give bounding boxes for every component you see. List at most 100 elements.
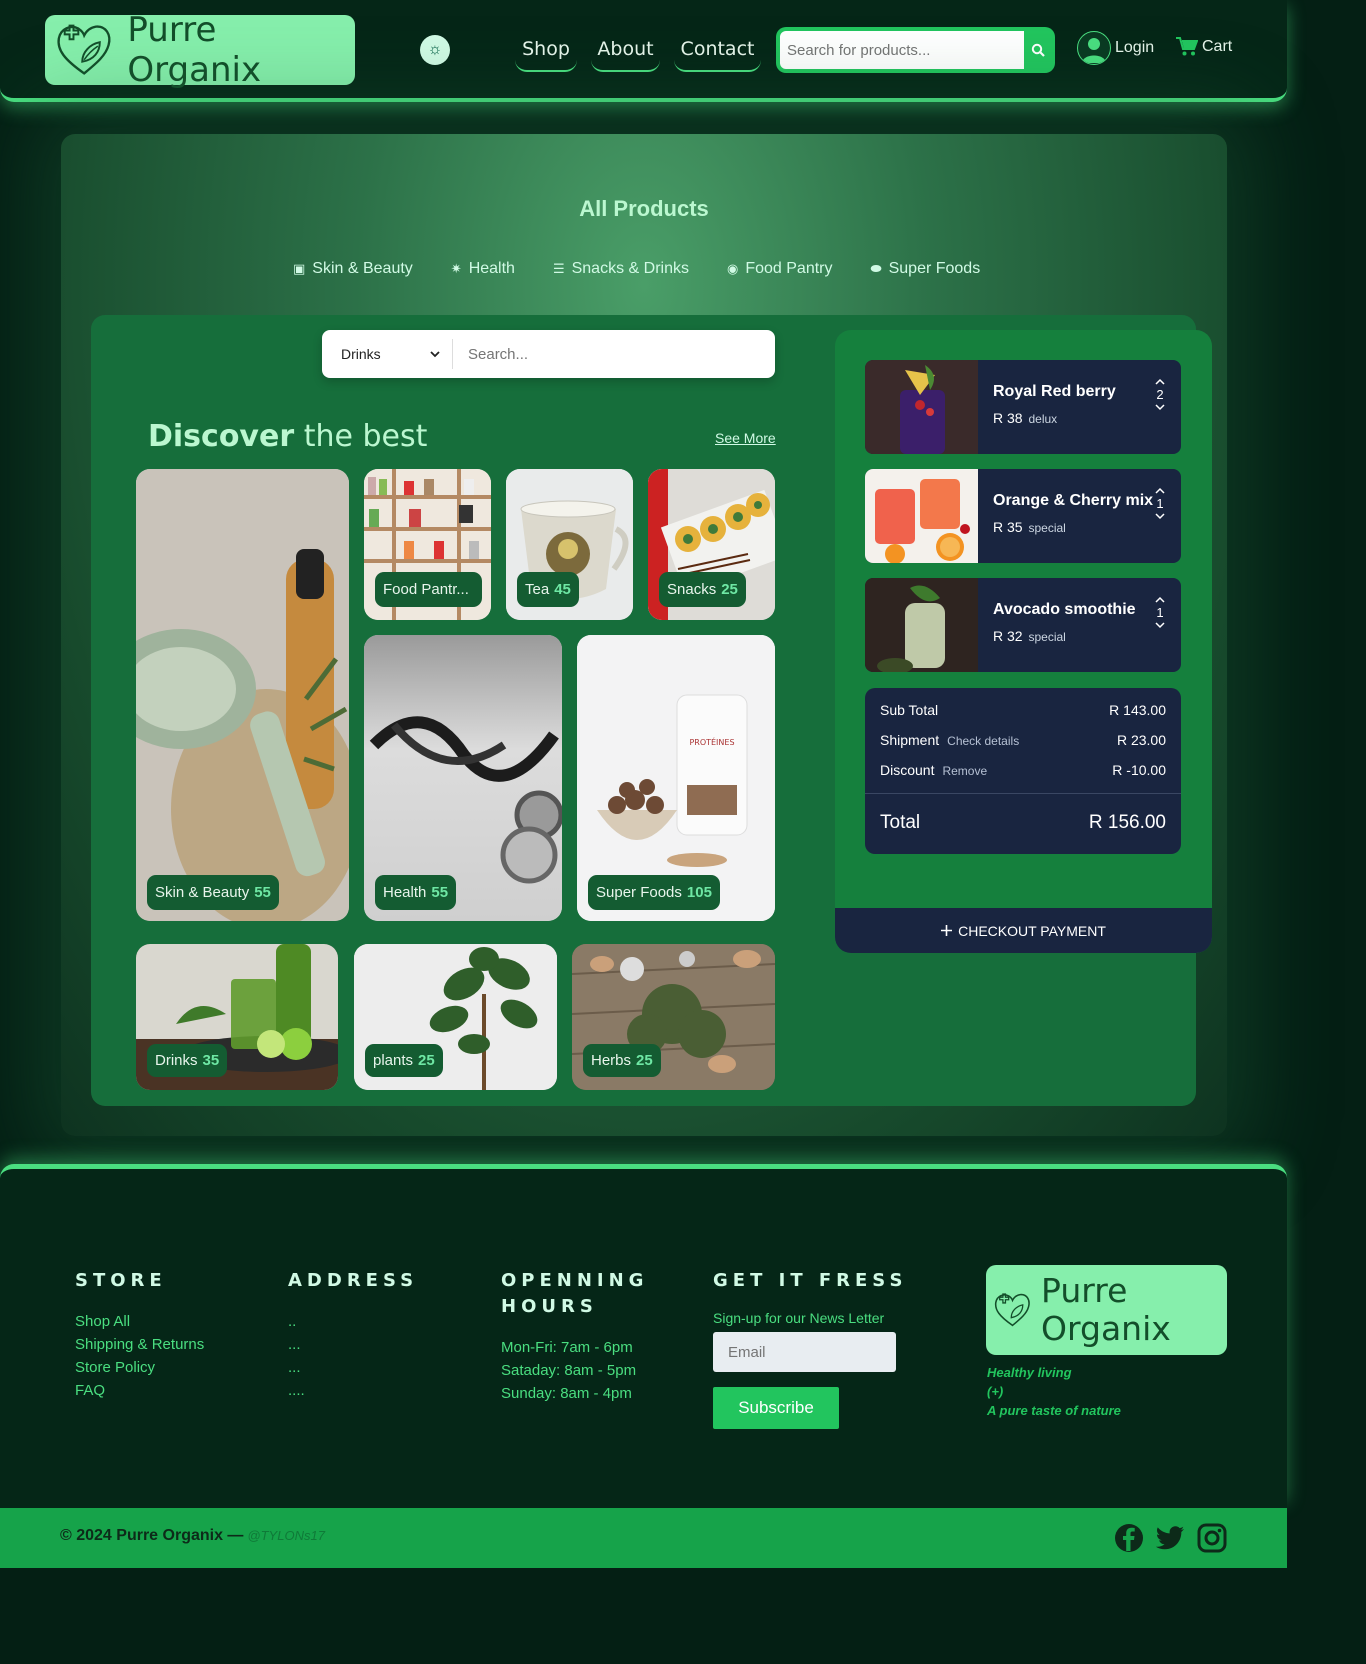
checkout-button[interactable]: CHECKOUT PAYMENT xyxy=(835,908,1212,953)
footer-link-shipping[interactable]: Shipping & Returns xyxy=(75,1333,204,1356)
twitter-icon[interactable] xyxy=(1155,1523,1185,1553)
category-food-pantry[interactable]: ◉ Food Pantry xyxy=(727,260,833,278)
cart-item: Royal Red berry R 38 delux 2 xyxy=(865,360,1181,454)
cart-item-name: Royal Red berry xyxy=(993,383,1116,400)
footer-link-policy[interactable]: Store Policy xyxy=(75,1356,204,1379)
hours-line: Sataday: 8am - 5pm xyxy=(501,1362,637,1379)
footer-link-faq[interactable]: FAQ xyxy=(75,1379,204,1402)
shop-panel: Drinks Discover the best See More Skin &… xyxy=(91,315,1212,1106)
footer-heading: OPENNING HOURS xyxy=(501,1270,649,1317)
tile-count: 35 xyxy=(202,1052,220,1069)
capsule-icon: ⬬ xyxy=(870,261,882,276)
header-search xyxy=(776,27,1055,73)
search-input[interactable] xyxy=(780,31,1025,69)
facebook-icon[interactable] xyxy=(1114,1523,1144,1553)
nav-contact[interactable]: Contact xyxy=(674,30,761,72)
check-details-link[interactable]: Check details xyxy=(947,734,1019,748)
discount-value: R -10.00 xyxy=(1112,762,1166,778)
tile-tea[interactable]: Tea 45 xyxy=(506,469,633,620)
virus-icon: ✷ xyxy=(450,261,462,276)
tile-tag: Snacks 25 xyxy=(659,572,746,607)
category-super-foods[interactable]: ⬬ Super Foods xyxy=(870,260,980,278)
category-label: Health xyxy=(468,260,515,277)
chevron-up-icon[interactable] xyxy=(1155,596,1165,603)
checkout-label: CHECKOUT PAYMENT xyxy=(958,922,1106,939)
plus-icon xyxy=(941,925,953,936)
tile-tag: plants 25 xyxy=(365,1044,443,1077)
chevron-up-icon[interactable] xyxy=(1155,378,1165,385)
tile-label: Food Pantr... xyxy=(383,581,469,598)
discount-row: Discount Remove R -10.00 xyxy=(880,762,1166,778)
discover-heading: Discover the best xyxy=(148,419,427,454)
slogan-line: (+) xyxy=(987,1384,1004,1399)
tile-count: 55 xyxy=(254,884,271,901)
cart-link[interactable]: Cart xyxy=(1176,37,1232,57)
instagram-icon[interactable] xyxy=(1197,1523,1227,1553)
category-snacks-drinks[interactable]: ☰ Snacks & Drinks xyxy=(553,260,689,278)
footer-heading: ADDRESS xyxy=(288,1270,419,1291)
brand-logo[interactable]: Purre Organix xyxy=(45,10,355,90)
nav-about[interactable]: About xyxy=(591,30,660,72)
nav-shop[interactable]: Shop xyxy=(515,30,577,72)
footer-newsletter: GET IT FRESS Sign-up for our News Letter… xyxy=(713,1268,907,1429)
footer-brand-name: Purre Organix xyxy=(1041,1271,1171,1348)
search-icon xyxy=(1031,43,1045,57)
category-skin-beauty[interactable]: ▣ Skin & Beauty xyxy=(293,260,413,278)
product-search-input[interactable] xyxy=(468,345,758,363)
berry-drink-image xyxy=(865,360,978,454)
tile-tag: Health 55 xyxy=(375,875,457,910)
avocado-smoothie-image xyxy=(865,578,978,672)
tile-count: 45 xyxy=(554,581,571,598)
footer-logo[interactable]: Purre Organix xyxy=(986,1265,1227,1355)
footer-heading: STORE xyxy=(75,1270,167,1291)
price-tier: special xyxy=(1028,630,1066,644)
tile-skin-beauty[interactable]: Skin & Beauty 55 xyxy=(136,469,349,921)
plate-icon: ◉ xyxy=(726,261,739,276)
price-value: R 32 xyxy=(993,628,1023,644)
brand-name: Purre Organix xyxy=(127,10,262,90)
tile-label: Health xyxy=(383,884,427,901)
quantity-stepper: 2 xyxy=(1152,378,1168,411)
order-summary: Sub Total R 143.00 Shipment Check details… xyxy=(865,688,1181,854)
cart-item-price: R 35 special xyxy=(993,519,1066,535)
subtotal-value: R 143.00 xyxy=(1109,702,1166,718)
tile-health[interactable]: Health 55 xyxy=(364,635,562,921)
site-header: Purre Organix ☼ Shop About Contact Login… xyxy=(0,0,1287,102)
price-value: R 38 xyxy=(993,410,1023,426)
tile-herbs[interactable]: Herbs 25 xyxy=(572,944,775,1090)
login-link[interactable]: Login xyxy=(1077,31,1154,65)
tile-drinks[interactable]: Drinks 35 xyxy=(136,944,338,1090)
tile-count: 25 xyxy=(721,581,738,598)
chevron-down-icon[interactable] xyxy=(1155,513,1165,520)
tile-snacks[interactable]: Snacks 25 xyxy=(648,469,775,620)
category-health[interactable]: ✷ Health xyxy=(451,260,515,278)
products-section: All Products ▣ Skin & Beauty ✷ Health ☰ Sna… xyxy=(61,134,1227,1136)
address-line: .. xyxy=(288,1313,297,1330)
category-select[interactable]: Drinks xyxy=(322,339,453,369)
footer-heading: GET IT FRESS xyxy=(713,1270,908,1291)
search-button[interactable] xyxy=(1024,31,1051,69)
chevron-up-icon[interactable] xyxy=(1155,487,1165,494)
subscribe-button[interactable]: Subscribe xyxy=(713,1387,839,1429)
chevron-down-icon[interactable] xyxy=(1155,404,1165,411)
slogan: Healthy living (+) A pure taste of natur… xyxy=(987,1363,1121,1420)
theme-toggle-icon[interactable]: ☼ xyxy=(420,35,450,65)
remove-discount-link[interactable]: Remove xyxy=(942,764,987,778)
user-icon xyxy=(1077,31,1111,65)
tile-plants[interactable]: plants 25 xyxy=(354,944,557,1090)
tile-tag: Food Pantr... xyxy=(375,572,482,607)
tile-super-foods[interactable]: PROTÉINES Super Foods 105 xyxy=(577,635,775,921)
tile-label: Snacks xyxy=(667,581,717,598)
cart-item-price: R 38 delux xyxy=(993,410,1057,426)
discover-bold: Discover xyxy=(148,419,295,454)
tile-count: 25 xyxy=(636,1052,653,1069)
cart-item-price: R 32 special xyxy=(993,628,1066,644)
email-field[interactable] xyxy=(713,1332,896,1372)
see-more-link[interactable]: See More xyxy=(715,430,776,446)
chevron-down-icon[interactable] xyxy=(1155,622,1165,629)
tile-food-pantry[interactable]: Food Pantr... xyxy=(364,469,491,620)
tile-label: Skin & Beauty xyxy=(155,884,250,901)
footer-link-shop-all[interactable]: Shop All xyxy=(75,1310,204,1333)
quantity-value: 1 xyxy=(1156,496,1164,511)
tile-tag: Super Foods 105 xyxy=(588,875,720,910)
